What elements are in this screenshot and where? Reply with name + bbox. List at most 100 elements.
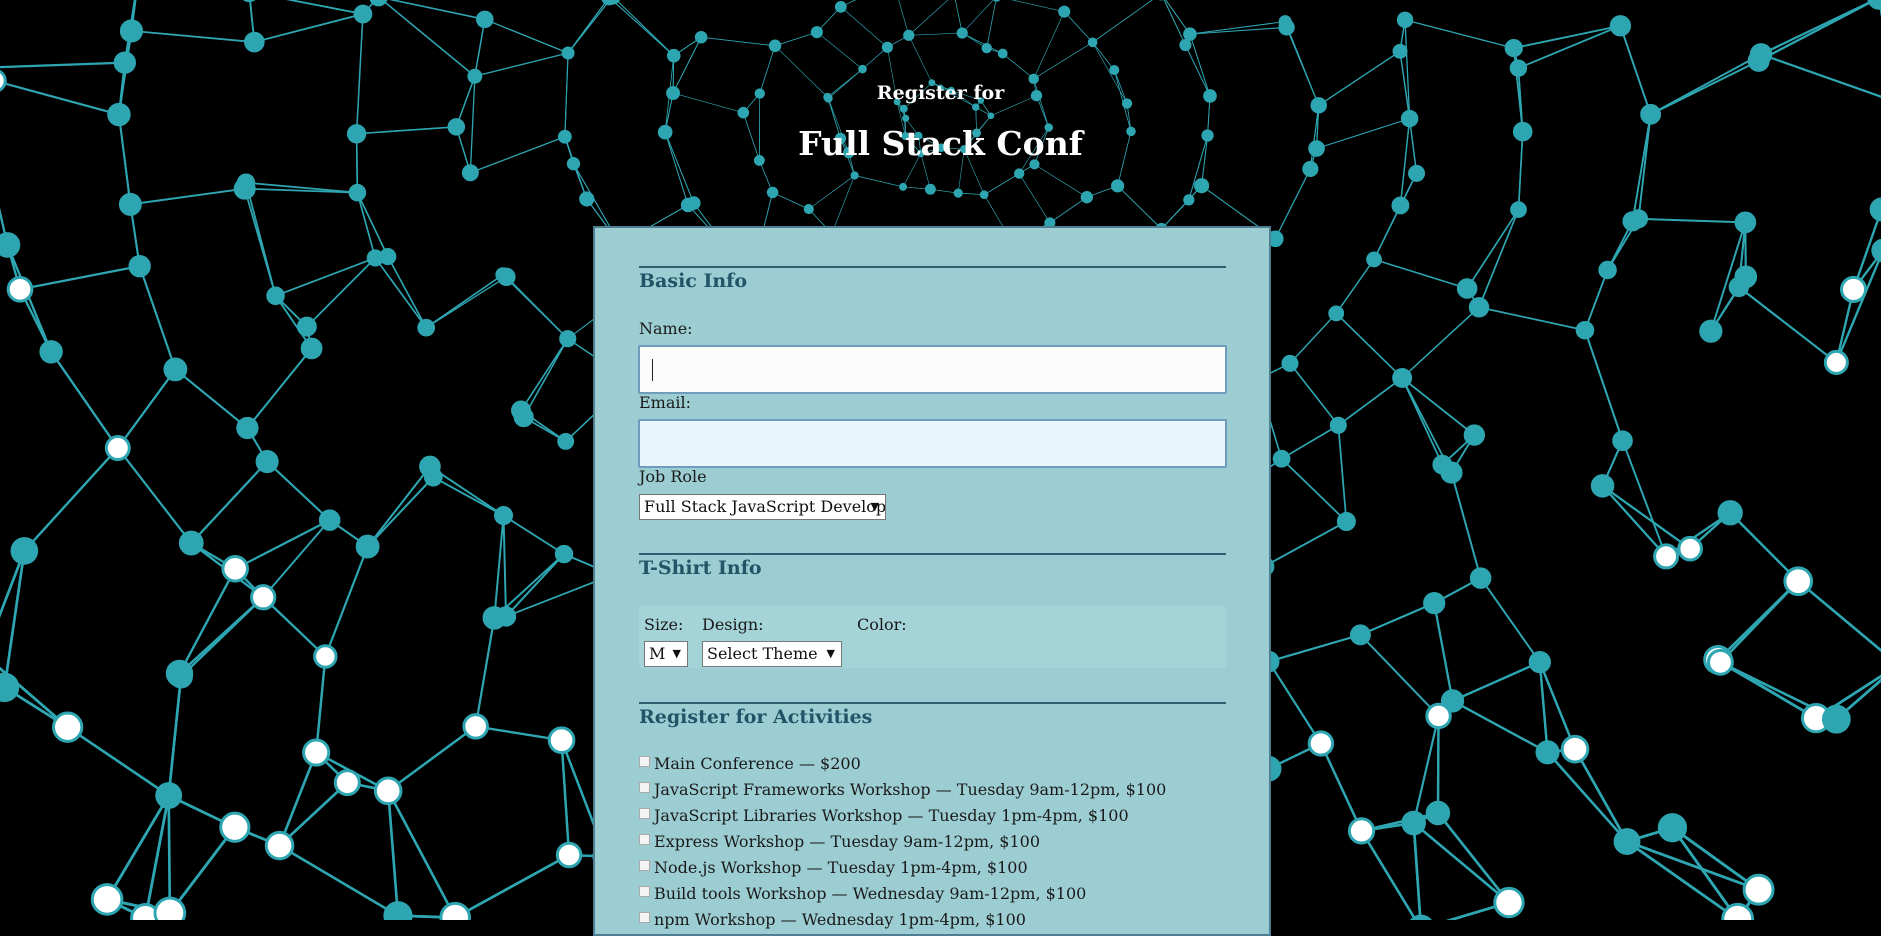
activity-item[interactable]: Node.js Workshop — Tuesday 1pm-4pm, $100 bbox=[639, 858, 1028, 877]
network-node bbox=[882, 42, 892, 52]
network-edge bbox=[169, 796, 170, 913]
network-node bbox=[580, 192, 594, 206]
network-node bbox=[1576, 321, 1594, 339]
registration-form: Basic Info Name: Email: Job Role Full St… bbox=[593, 226, 1271, 936]
network-edge bbox=[504, 516, 506, 617]
network-node bbox=[851, 172, 858, 179]
network-node bbox=[558, 433, 574, 449]
network-edge bbox=[368, 477, 434, 546]
network-edge bbox=[475, 53, 568, 76]
design-select[interactable]: Select Theme ▼ bbox=[702, 641, 842, 667]
network-node bbox=[1723, 904, 1753, 920]
network-edge bbox=[276, 258, 376, 296]
network-edge bbox=[1798, 581, 1881, 665]
network-node bbox=[496, 607, 515, 626]
network-node bbox=[738, 107, 749, 118]
network-edge bbox=[169, 676, 181, 795]
network-node bbox=[1610, 16, 1630, 36]
network-edge bbox=[1514, 26, 1621, 48]
dropdown-arrow-icon: ▼ bbox=[871, 495, 879, 519]
network-node bbox=[562, 47, 574, 59]
network-node bbox=[1470, 568, 1491, 589]
network-node bbox=[835, 1, 846, 12]
activity-checkbox[interactable] bbox=[639, 912, 650, 923]
network-edge bbox=[1093, 0, 1162, 42]
network-node bbox=[1700, 320, 1722, 342]
network-edge bbox=[325, 547, 367, 657]
network-edge bbox=[1639, 219, 1746, 223]
network-edge bbox=[1603, 486, 1691, 549]
network-node bbox=[1309, 732, 1332, 755]
activity-checkbox[interactable] bbox=[639, 860, 650, 871]
network-edge bbox=[1190, 22, 1285, 34]
activity-item[interactable]: JavaScript Libraries Workshop — Tuesday … bbox=[639, 806, 1129, 825]
network-edge bbox=[1050, 197, 1087, 223]
network-edge bbox=[1290, 363, 1338, 425]
network-edge bbox=[118, 448, 191, 543]
network-node bbox=[1059, 6, 1070, 17]
network-node bbox=[1510, 60, 1526, 76]
email-label: Email: bbox=[639, 393, 691, 412]
network-edge bbox=[307, 258, 375, 327]
network-edge bbox=[1402, 378, 1442, 465]
network-node bbox=[1735, 266, 1757, 288]
network-edge bbox=[24, 448, 117, 551]
network-node bbox=[1785, 568, 1812, 595]
network-edge bbox=[1623, 441, 1667, 557]
network-node bbox=[119, 193, 141, 215]
network-node bbox=[973, 104, 979, 110]
email-input[interactable] bbox=[638, 419, 1227, 468]
network-edge bbox=[1836, 250, 1881, 362]
network-edge bbox=[841, 0, 894, 7]
activity-checkbox[interactable] bbox=[639, 782, 650, 793]
network-node bbox=[1273, 450, 1290, 467]
activity-checkbox[interactable] bbox=[639, 756, 650, 767]
network-edge bbox=[987, 0, 997, 48]
name-input[interactable] bbox=[638, 345, 1227, 394]
size-selected: M bbox=[649, 644, 665, 663]
network-node bbox=[155, 898, 185, 920]
activity-item[interactable]: Main Conference — $200 bbox=[639, 754, 861, 773]
network-edge bbox=[1414, 823, 1509, 903]
network-node bbox=[129, 255, 150, 276]
network-edge bbox=[1275, 169, 1310, 239]
network-node bbox=[982, 43, 991, 52]
network-edge bbox=[5, 551, 25, 687]
network-edge bbox=[1434, 603, 1452, 701]
network-node bbox=[667, 49, 680, 62]
network-node bbox=[1330, 417, 1346, 433]
network-edge bbox=[1003, 54, 1034, 79]
network-edge bbox=[1414, 823, 1421, 920]
network-node bbox=[267, 287, 285, 305]
activity-checkbox[interactable] bbox=[639, 834, 650, 845]
network-edge bbox=[249, 0, 363, 14]
network-node bbox=[1195, 179, 1209, 193]
network-node bbox=[349, 184, 366, 201]
network-edge bbox=[521, 339, 568, 411]
network-node bbox=[1349, 819, 1373, 843]
activity-item[interactable]: JavaScript Frameworks Workshop — Tuesday… bbox=[639, 780, 1166, 799]
network-node bbox=[418, 319, 435, 336]
tshirt-section: T-Shirt Info bbox=[639, 553, 1226, 555]
activity-item[interactable]: Express Workshop — Tuesday 9am-12pm, $10… bbox=[639, 832, 1040, 851]
activity-label: Build tools Workshop — Wednesday 9am-12p… bbox=[654, 884, 1086, 903]
activity-item[interactable]: Build tools Workshop — Wednesday 9am-12p… bbox=[639, 884, 1086, 903]
job-role-select[interactable]: Full Stack JavaScript Developer ▼ bbox=[639, 494, 886, 520]
size-select[interactable]: M ▼ bbox=[644, 641, 688, 667]
activity-checkbox[interactable] bbox=[639, 808, 650, 819]
network-node bbox=[925, 184, 935, 194]
network-node bbox=[1393, 44, 1407, 58]
activity-checkbox[interactable] bbox=[639, 886, 650, 897]
network-edge bbox=[235, 520, 329, 569]
network-node bbox=[498, 268, 515, 285]
network-edge bbox=[368, 466, 430, 546]
network-node bbox=[695, 31, 707, 43]
network-edge bbox=[1282, 425, 1339, 458]
network-node bbox=[166, 660, 192, 686]
network-node bbox=[1655, 545, 1678, 568]
activity-label: JavaScript Frameworks Workshop — Tuesday… bbox=[654, 780, 1166, 799]
activity-label: JavaScript Libraries Workshop — Tuesday … bbox=[654, 806, 1129, 825]
network-edge bbox=[524, 339, 568, 417]
network-edge bbox=[267, 462, 330, 520]
network-node bbox=[1718, 501, 1742, 525]
